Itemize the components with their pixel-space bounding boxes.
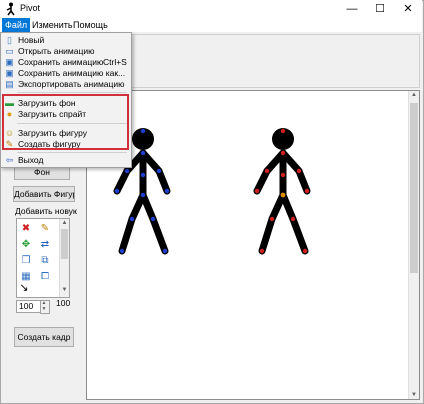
minimize-button[interactable]: — [338,0,366,18]
menu-item-save[interactable]: ▣ Сохранить анимацию Ctrl+S [3,57,129,68]
maximize-button[interactable]: ☐ [366,0,394,18]
new-file-icon: ▯ [7,35,12,45]
size-input[interactable]: 100 [16,300,42,313]
move-icon[interactable]: ✥ [20,239,32,251]
delete-icon[interactable]: ✖ [20,223,32,235]
menu-item-exit[interactable]: ⇦ Выход [3,155,129,166]
save-as-icon: ▣ [5,68,14,78]
list-scroll-thumb[interactable] [61,229,68,259]
duplicate-icon[interactable]: ⧉ [39,255,51,267]
menu-item-new[interactable]: ▯ Новый [3,35,129,46]
save-icon: ▣ [5,57,14,67]
save-shortcut: Ctrl+S [103,57,127,67]
create-frame-button[interactable]: Создать кадр [14,327,74,347]
copy-icon[interactable]: ❐ [20,255,32,267]
size-spinner[interactable]: ▲ ▼ [40,300,50,314]
menu-item-open[interactable]: ▭ Открыть анимацию [3,46,129,57]
exit-icon: ⇦ [5,155,14,165]
window-title: Pivot [20,3,41,13]
canvas-scroll-down-icon[interactable]: ▼ [409,392,419,398]
export-icon: ▤ [5,79,14,89]
add-new-label: Добавить новую ф [15,206,77,216]
title-bar: Pivot — ☐ ✕ [0,0,422,18]
animation-canvas[interactable]: ▲ ▼ [86,90,420,400]
menu-edit[interactable]: Изменить [29,18,76,32]
close-button[interactable]: ✕ [394,0,422,18]
canvas-vertical-scrollbar[interactable]: ▲ ▼ [408,91,419,399]
menu-file[interactable]: Файл [2,18,31,32]
clone-icon[interactable]: ⧠ [39,271,51,283]
add-figure-button[interactable]: Добавить Фигур [13,186,75,202]
menu-help[interactable]: Помощь [70,18,111,32]
scroll-up-icon[interactable]: ▲ [60,220,69,226]
pivot-app-icon [6,2,15,16]
menu-separator [17,92,127,93]
menu-separator [17,152,127,153]
scroll-down-icon[interactable]: ▼ [60,287,69,293]
size-label: 100 [56,298,71,308]
highlight-box [2,94,129,150]
stick-figure-red[interactable] [253,128,311,255]
figures-layer [113,128,311,255]
pencil-icon[interactable]: ✎ [39,223,51,235]
swap-icon[interactable]: ⇄ [39,239,51,251]
file-menu-dropdown: ▯ Новый ▭ Открыть анимацию ▣ Сохранить а… [0,32,132,168]
spin-down-icon[interactable]: ▼ [40,306,48,312]
canvas-scroll-thumb[interactable] [410,103,418,273]
line-tool-icon[interactable]: ↘ [18,282,30,294]
menu-bar: Файл Изменить Помощь [0,18,422,32]
list-scrollbar[interactable]: ▲ ▼ [59,219,69,297]
canvas-scroll-up-icon[interactable]: ▲ [409,92,419,98]
menu-item-save-as[interactable]: ▣ Сохранить анимацию как... [3,68,129,79]
menu-item-export[interactable]: ▤ Экспортировать анимацию [3,79,129,90]
open-icon: ▭ [5,46,14,56]
